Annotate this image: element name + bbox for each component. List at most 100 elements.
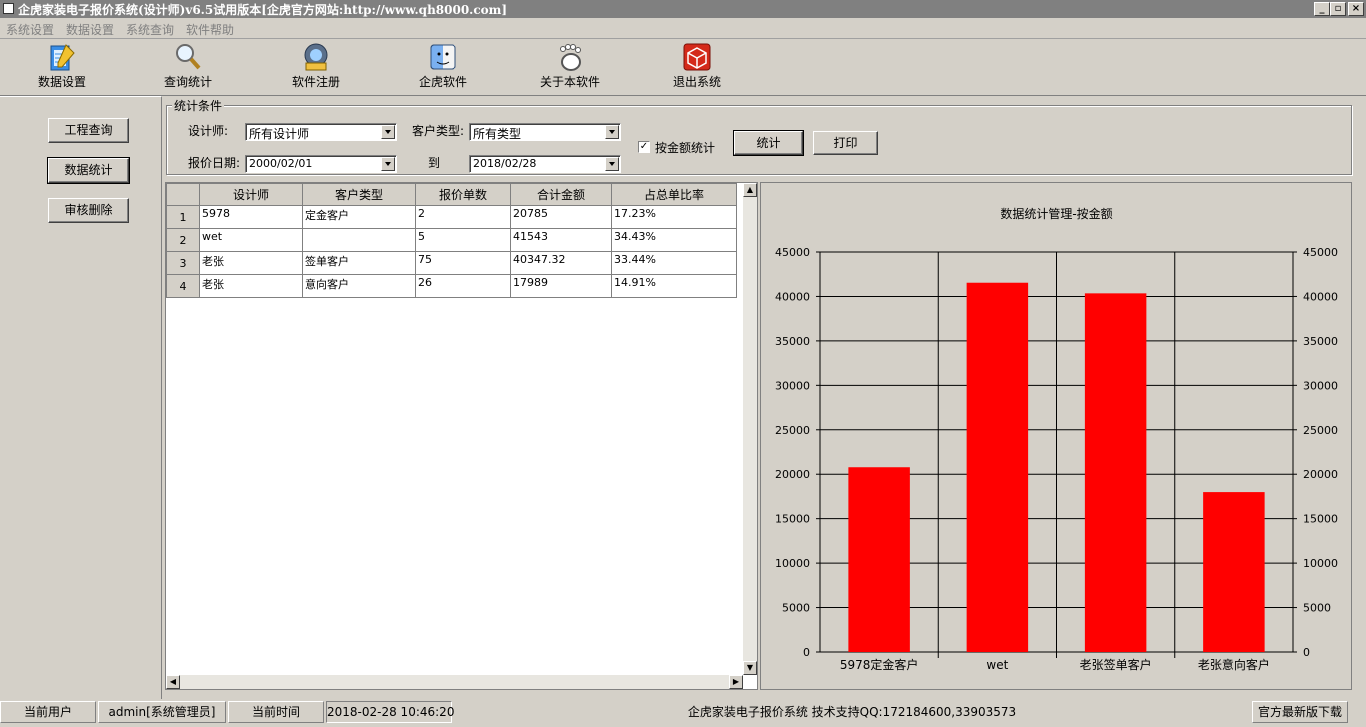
window-title: 企虎家装电子报价系统(设计师)v6.5试用版本[企虎官方网站:http://ww… bbox=[18, 3, 508, 17]
ratio-cell[interactable]: 34.43% bbox=[611, 228, 737, 252]
chart-title: 数据统计管理-按金额 bbox=[1000, 206, 1112, 221]
date-from-value: 2000/02/01 bbox=[249, 157, 313, 170]
bar-chart: 数据统计管理-按金额 0 0 5000 5000 10000 10000 15000 15000… bbox=[775, 206, 1338, 672]
y-tick-label: 45000 bbox=[775, 246, 810, 259]
stats-chart-panel: 数据统计管理-按金额 0 0 5000 5000 10000 10000 15000 15000… bbox=[760, 182, 1352, 690]
menu-help[interactable]: 软件帮助 bbox=[186, 21, 234, 38]
date-from-picker[interactable]: 2000/02/01 bbox=[245, 155, 397, 173]
scroll-right-icon[interactable]: ▶ bbox=[729, 675, 743, 689]
column-header[interactable]: 客户类型 bbox=[302, 183, 416, 206]
minimize-button[interactable]: _ bbox=[1314, 2, 1330, 16]
y-tick-label: 5000 bbox=[782, 602, 810, 615]
group-title: 统计条件 bbox=[172, 97, 225, 114]
column-header[interactable]: 合计金额 bbox=[510, 183, 612, 206]
ratio-cell[interactable]: 33.44% bbox=[611, 251, 737, 275]
bar bbox=[1084, 293, 1147, 652]
project-query-button[interactable]: 工程查询 bbox=[48, 118, 129, 143]
x-tick-label: 5978定金客户 bbox=[840, 657, 919, 672]
row-number[interactable]: 1 bbox=[166, 205, 200, 229]
amount-cell[interactable]: 40347.32 bbox=[510, 251, 612, 275]
menu-system-settings[interactable]: 系统设置 bbox=[6, 21, 54, 38]
y2-tick-label: 35000 bbox=[1303, 335, 1338, 348]
amount-cell[interactable]: 41543 bbox=[510, 228, 612, 252]
toolbar-about-button[interactable]: 关于本软件 bbox=[520, 39, 620, 93]
count-cell[interactable]: 2 bbox=[415, 205, 511, 229]
ratio-cell[interactable]: 17.23% bbox=[611, 205, 737, 229]
bar bbox=[1203, 492, 1265, 652]
current-user-value: admin[系统管理员] bbox=[98, 701, 226, 723]
count-cell[interactable]: 5 bbox=[415, 228, 511, 252]
chevron-down-icon[interactable] bbox=[381, 125, 395, 139]
amount-stat-label: 按金额统计 bbox=[655, 141, 716, 155]
customer-type-cell[interactable]: 意向客户 bbox=[302, 274, 416, 298]
amount-cell[interactable]: 20785 bbox=[510, 205, 612, 229]
y2-tick-label: 5000 bbox=[1303, 602, 1331, 615]
designer-cell[interactable]: 5978 bbox=[199, 205, 303, 229]
download-latest-button[interactable]: 官方最新版下载 bbox=[1252, 701, 1348, 723]
count-cell[interactable]: 26 bbox=[415, 274, 511, 298]
designer-value: 所有设计师 bbox=[249, 127, 310, 141]
customer-type-cell[interactable]: 签单客户 bbox=[302, 251, 416, 275]
amount-stat-checkbox[interactable]: ✓ bbox=[638, 141, 650, 153]
customer-type-select[interactable]: 所有类型 bbox=[469, 123, 621, 141]
audit-delete-button[interactable]: 审核删除 bbox=[48, 198, 129, 223]
column-header[interactable]: 报价单数 bbox=[415, 183, 511, 206]
date-to-label: 到 bbox=[428, 156, 441, 170]
table-horizontal-scrollbar[interactable]: ◀ ▶ bbox=[166, 675, 743, 689]
date-label: 报价日期: bbox=[188, 156, 241, 170]
column-header[interactable]: 占总单比率 bbox=[611, 183, 737, 206]
designer-cell[interactable]: 老张 bbox=[199, 274, 303, 298]
amount-cell[interactable]: 17989 bbox=[510, 274, 612, 298]
table-header-row: 设计师 客户类型 报价单数 合计金额 占总单比率 bbox=[166, 183, 737, 206]
system-info: 企虎家装电子报价系统 技术支持QQ:172184600,33903573 bbox=[687, 705, 1017, 719]
print-button[interactable]: 打印 bbox=[813, 131, 878, 155]
toolbar-register-button[interactable]: 软件注册 bbox=[266, 39, 366, 93]
designer-cell[interactable]: 老张 bbox=[199, 251, 303, 275]
table-row[interactable]: 2 wet 5 41543 34.43% bbox=[166, 228, 737, 252]
row-number[interactable]: 4 bbox=[166, 274, 200, 298]
scroll-up-icon[interactable]: ▲ bbox=[743, 183, 757, 197]
y-tick-label: 25000 bbox=[775, 424, 810, 437]
red-cube-icon bbox=[683, 43, 711, 71]
app-icon[interactable] bbox=[3, 3, 14, 14]
stats-table[interactable]: 设计师 客户类型 报价单数 合计金额 占总单比率 1 5978 定金客户 2 2… bbox=[165, 182, 758, 690]
stat-button[interactable]: 统计 bbox=[733, 130, 804, 156]
customer-type-cell[interactable]: 定金客户 bbox=[302, 205, 416, 229]
menu-data-settings[interactable]: 数据设置 bbox=[66, 21, 114, 38]
date-to-picker[interactable]: 2018/02/28 bbox=[469, 155, 621, 173]
current-user-label: 当前用户 bbox=[0, 701, 96, 723]
designer-label: 设计师: bbox=[188, 124, 229, 138]
toolbar-query-stats-button[interactable]: 查询统计 bbox=[138, 39, 238, 93]
toolbar-label: 企虎软件 bbox=[418, 75, 467, 89]
table-vertical-scrollbar[interactable]: ▲ ▼ bbox=[743, 183, 757, 675]
data-stats-button[interactable]: 数据统计 bbox=[47, 157, 130, 184]
customer-type-cell[interactable] bbox=[302, 228, 416, 252]
chevron-down-icon[interactable] bbox=[605, 157, 619, 171]
designer-cell[interactable]: wet bbox=[199, 228, 303, 252]
table-row[interactable]: 4 老张 意向客户 26 17989 14.91% bbox=[166, 274, 737, 298]
corner-cell bbox=[166, 183, 200, 206]
toolbar-data-settings-button[interactable]: 数据设置 bbox=[12, 39, 112, 93]
y-tick-label: 30000 bbox=[775, 379, 810, 392]
toolbar-exit-button[interactable]: 退出系统 bbox=[647, 39, 747, 93]
chevron-down-icon[interactable] bbox=[381, 157, 395, 171]
restore-button[interactable]: ▫ bbox=[1330, 2, 1346, 16]
close-button[interactable]: × bbox=[1348, 2, 1364, 16]
ratio-cell[interactable]: 14.91% bbox=[611, 274, 737, 298]
scroll-left-icon[interactable]: ◀ bbox=[166, 675, 180, 689]
row-number[interactable]: 3 bbox=[166, 251, 200, 275]
y2-tick-label: 30000 bbox=[1303, 379, 1338, 392]
designer-select[interactable]: 所有设计师 bbox=[245, 123, 397, 141]
y2-tick-label: 25000 bbox=[1303, 424, 1338, 437]
menu-system-query[interactable]: 系统查询 bbox=[126, 21, 174, 38]
chevron-down-icon[interactable] bbox=[605, 125, 619, 139]
table-row[interactable]: 3 老张 签单客户 75 40347.32 33.44% bbox=[166, 251, 737, 275]
toolbar-qihu-software-button[interactable]: 企虎软件 bbox=[393, 39, 493, 93]
row-number[interactable]: 2 bbox=[166, 228, 200, 252]
table-row[interactable]: 1 5978 定金客户 2 20785 17.23% bbox=[166, 205, 737, 229]
column-header[interactable]: 设计师 bbox=[199, 183, 303, 206]
y2-tick-label: 45000 bbox=[1303, 246, 1338, 259]
count-cell[interactable]: 75 bbox=[415, 251, 511, 275]
scroll-down-icon[interactable]: ▼ bbox=[743, 661, 757, 675]
y-tick-label: 10000 bbox=[775, 557, 810, 570]
